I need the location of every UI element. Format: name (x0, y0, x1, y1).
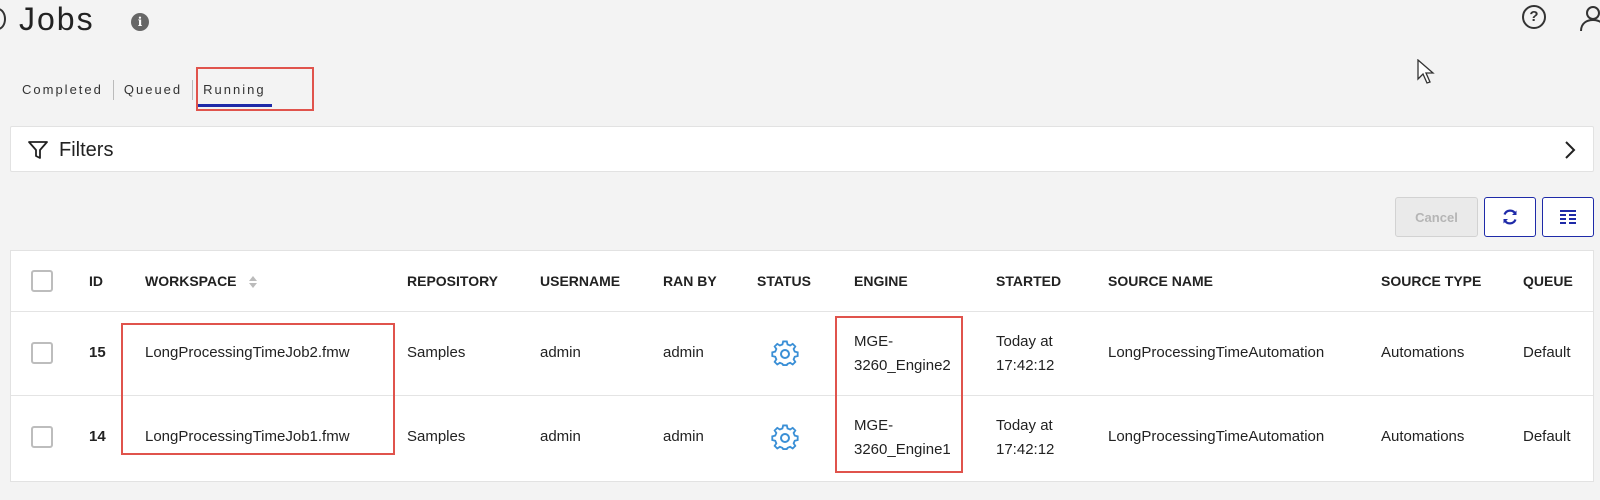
cancel-button[interactable]: Cancel (1395, 197, 1478, 237)
page-title: Jobs (19, 1, 95, 37)
row-checkbox[interactable] (31, 426, 53, 448)
column-header-status[interactable]: STATUS (757, 273, 811, 289)
user-icon[interactable] (1578, 4, 1600, 32)
refresh-icon (1503, 209, 1517, 225)
job-id: 14 (89, 428, 106, 445)
columns-icon (1560, 210, 1576, 224)
source-name: LongProcessingTimeAutomation (1108, 428, 1325, 445)
username: admin (540, 428, 581, 445)
column-header-workspace[interactable]: WORKSPACE (145, 273, 258, 289)
column-header-engine[interactable]: ENGINE (854, 273, 908, 289)
gear-icon (771, 424, 799, 450)
jobs-table: ID WORKSPACE REPOSITORY USERNAME RAN BY … (10, 250, 1594, 482)
column-header-source-type[interactable]: SOURCE TYPE (1381, 273, 1481, 289)
started-line1: Today at (996, 417, 1053, 434)
column-header-source-name[interactable]: SOURCE NAME (1108, 273, 1213, 289)
queue: Default (1523, 344, 1571, 361)
repository: Samples (407, 428, 466, 445)
started-time: Today at 17:42:12 (996, 414, 1054, 462)
repository: Samples (407, 344, 466, 361)
column-header-workspace-label: WORKSPACE (145, 273, 237, 289)
job-id: 15 (89, 344, 106, 361)
source-name: LongProcessingTimeAutomation (1108, 344, 1325, 361)
column-header-username[interactable]: USERNAME (540, 273, 620, 289)
column-header-repository[interactable]: REPOSITORY (407, 273, 498, 289)
ran-by: admin (663, 428, 704, 445)
sort-icon[interactable] (248, 275, 258, 289)
columns-button[interactable] (1542, 197, 1594, 237)
started-line2: 17:42:12 (996, 357, 1055, 374)
ran-by: admin (663, 344, 704, 361)
info-icon[interactable]: i (131, 13, 149, 31)
refresh-button[interactable] (1484, 197, 1536, 237)
select-all-checkbox[interactable] (31, 270, 53, 292)
source-type: Automations (1381, 344, 1465, 361)
queue: Default (1523, 428, 1571, 445)
filter-icon (28, 141, 48, 159)
started-line1: Today at (996, 333, 1053, 350)
gear-icon (771, 340, 799, 366)
chevron-right-icon[interactable] (1563, 139, 1577, 161)
filters-label: Filters (59, 139, 114, 161)
started-line2: 17:42:12 (996, 441, 1055, 458)
help-icon[interactable]: ? (1522, 5, 1546, 29)
column-header-ran-by[interactable]: RAN BY (663, 273, 717, 289)
workspace-highlight (121, 323, 395, 455)
row-checkbox[interactable] (31, 342, 53, 364)
title-decoration (0, 8, 6, 30)
started-time: Today at 17:42:12 (996, 330, 1054, 378)
tab-completed[interactable]: Completed (12, 80, 113, 100)
column-header-id[interactable]: ID (89, 273, 103, 289)
column-header-queue[interactable]: QUEUE (1523, 273, 1573, 289)
engine-highlight (835, 316, 963, 473)
mouse-cursor-icon (1417, 59, 1435, 84)
tab-queued[interactable]: Queued (114, 80, 192, 100)
column-header-started[interactable]: STARTED (996, 273, 1061, 289)
filters-panel[interactable]: Filters (10, 126, 1594, 172)
tab-running-highlight (196, 67, 314, 111)
source-type: Automations (1381, 428, 1465, 445)
table-header-row: ID WORKSPACE REPOSITORY USERNAME RAN BY … (11, 251, 1593, 312)
username: admin (540, 344, 581, 361)
